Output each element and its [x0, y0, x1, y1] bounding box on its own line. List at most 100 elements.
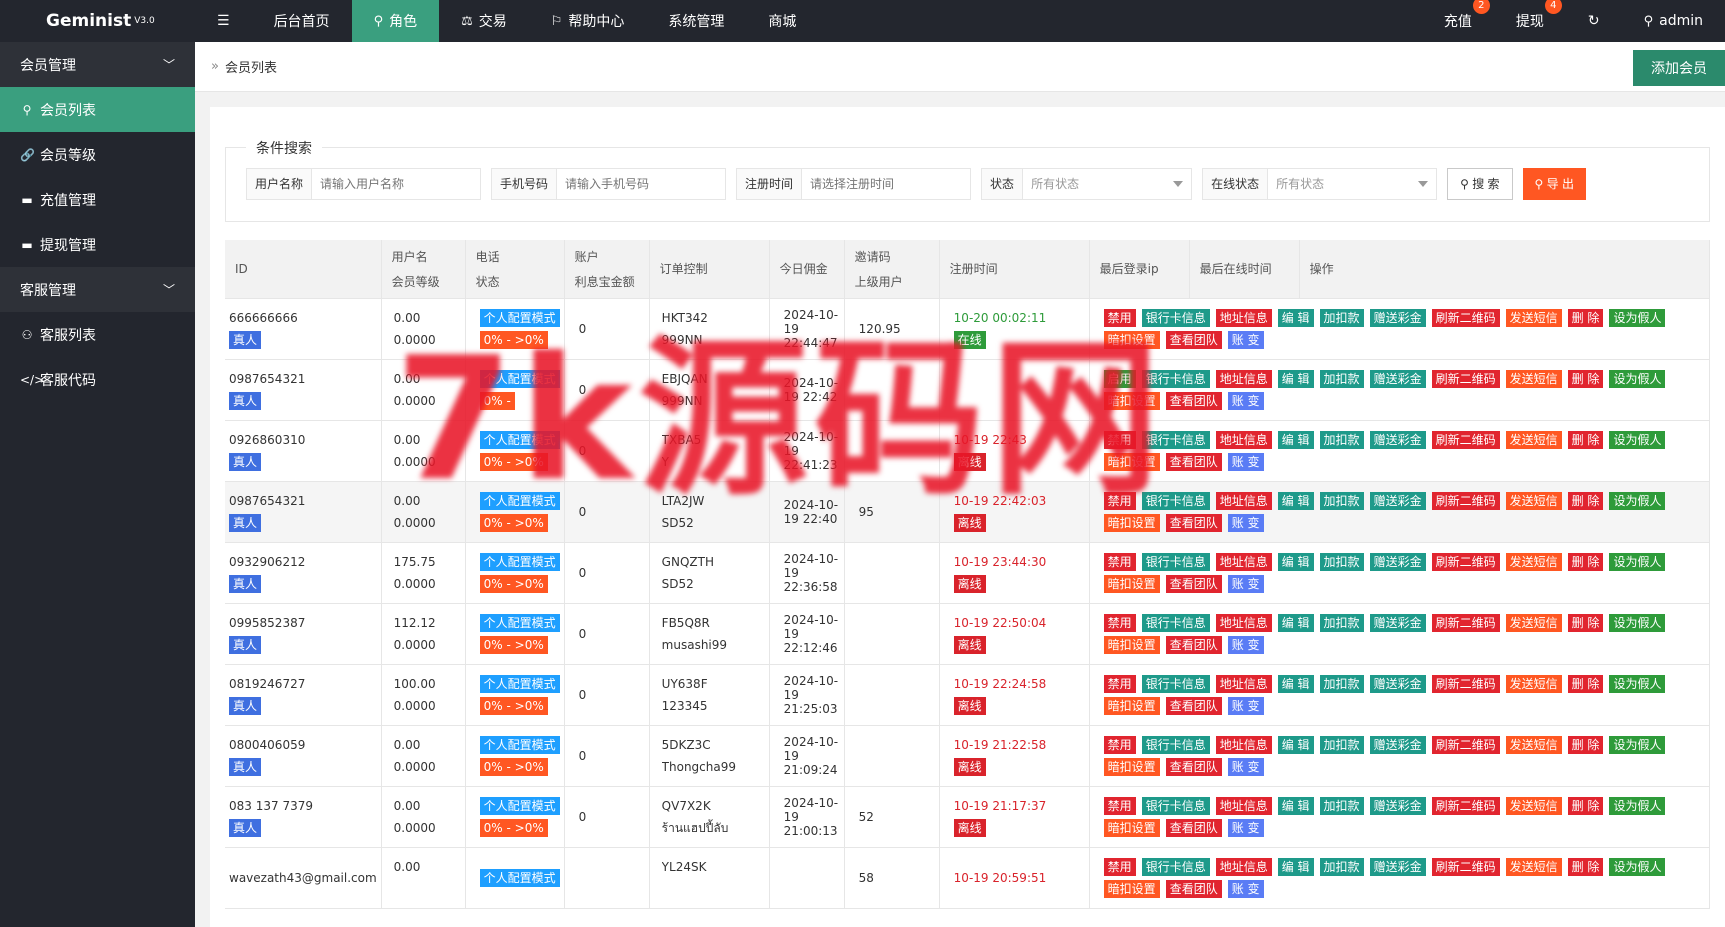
- op-button[interactable]: 发送短信: [1505, 674, 1562, 693]
- op-button[interactable]: 编 辑: [1277, 613, 1314, 632]
- op-button[interactable]: 编 辑: [1277, 552, 1314, 571]
- op-button[interactable]: 查看团队: [1165, 391, 1222, 410]
- op-button[interactable]: 刷新二维码: [1431, 796, 1500, 815]
- op-button[interactable]: 查看团队: [1165, 879, 1222, 898]
- op-button[interactable]: 发送短信: [1505, 369, 1562, 388]
- op-button[interactable]: 暗扣设置: [1103, 879, 1160, 898]
- app-logo[interactable]: Geminist V3.0: [0, 0, 195, 42]
- sidebar-item-service-code[interactable]: </> 客服代码: [0, 357, 195, 402]
- nav-mall[interactable]: 商城: [746, 0, 818, 42]
- op-button[interactable]: 编 辑: [1277, 430, 1314, 449]
- op-button[interactable]: 编 辑: [1277, 674, 1314, 693]
- op-button[interactable]: 加扣款: [1319, 552, 1364, 571]
- op-button[interactable]: 禁用: [1103, 552, 1136, 571]
- op-button[interactable]: 暗扣设置: [1103, 391, 1160, 410]
- op-button[interactable]: 账 变: [1227, 513, 1264, 532]
- op-button[interactable]: 暗扣设置: [1103, 452, 1160, 471]
- nav-system[interactable]: 系统管理: [646, 0, 746, 42]
- op-button[interactable]: 禁用: [1103, 857, 1136, 876]
- op-button[interactable]: 暗扣设置: [1103, 330, 1160, 349]
- sidebar-item-member-level[interactable]: 🔗 会员等级: [0, 132, 195, 177]
- op-button[interactable]: 银行卡信息: [1141, 552, 1210, 571]
- user-menu[interactable]: ⚲ admin: [1622, 0, 1725, 42]
- status-select[interactable]: 所有状态: [1023, 169, 1191, 199]
- op-button[interactable]: 账 变: [1227, 696, 1264, 715]
- op-button[interactable]: 加扣款: [1319, 857, 1364, 876]
- op-button[interactable]: 查看团队: [1165, 574, 1222, 593]
- op-button[interactable]: 暗扣设置: [1103, 818, 1160, 837]
- op-button[interactable]: 设为假人: [1609, 552, 1666, 571]
- username-input[interactable]: [312, 169, 481, 199]
- op-button[interactable]: 银行卡信息: [1141, 308, 1210, 327]
- op-button[interactable]: 地址信息: [1215, 735, 1272, 754]
- op-button[interactable]: 禁用: [1103, 613, 1136, 632]
- op-button[interactable]: 赠送彩金: [1369, 735, 1426, 754]
- phone-input[interactable]: [557, 169, 726, 199]
- add-member-button[interactable]: 添加会员: [1633, 50, 1725, 86]
- nav-withdraw[interactable]: 提现 4: [1494, 0, 1566, 42]
- op-button[interactable]: 赠送彩金: [1369, 552, 1426, 571]
- op-button[interactable]: 查看团队: [1165, 452, 1222, 471]
- op-button[interactable]: 银行卡信息: [1141, 796, 1210, 815]
- op-button[interactable]: 禁用: [1103, 491, 1136, 510]
- op-button[interactable]: 发送短信: [1505, 857, 1562, 876]
- op-button[interactable]: 发送短信: [1505, 430, 1562, 449]
- op-button[interactable]: 设为假人: [1609, 613, 1666, 632]
- op-button[interactable]: 账 变: [1227, 391, 1264, 410]
- op-button[interactable]: 删 除: [1567, 552, 1604, 571]
- sidebar-item-service-list[interactable]: ⚇ 客服列表: [0, 312, 195, 357]
- op-button[interactable]: 刷新二维码: [1431, 552, 1500, 571]
- op-button[interactable]: 禁用: [1103, 735, 1136, 754]
- op-button[interactable]: 赠送彩金: [1369, 857, 1426, 876]
- op-button[interactable]: 刷新二维码: [1431, 735, 1500, 754]
- op-button[interactable]: 删 除: [1567, 735, 1604, 754]
- op-button[interactable]: 查看团队: [1165, 757, 1222, 776]
- op-button[interactable]: 银行卡信息: [1141, 735, 1210, 754]
- op-button[interactable]: 银行卡信息: [1141, 430, 1210, 449]
- op-button[interactable]: 发送短信: [1505, 613, 1562, 632]
- op-button[interactable]: 银行卡信息: [1141, 491, 1210, 510]
- nav-dashboard[interactable]: 后台首页: [252, 0, 352, 42]
- op-button[interactable]: 编 辑: [1277, 308, 1314, 327]
- op-button[interactable]: 账 变: [1227, 452, 1264, 471]
- op-button[interactable]: 地址信息: [1215, 552, 1272, 571]
- op-button[interactable]: 发送短信: [1505, 491, 1562, 510]
- op-button[interactable]: 加扣款: [1319, 369, 1364, 388]
- op-button[interactable]: 暗扣设置: [1103, 513, 1160, 532]
- sidebar-item-member-list[interactable]: ⚲ 会员列表: [0, 87, 195, 132]
- op-button[interactable]: 银行卡信息: [1141, 857, 1210, 876]
- op-button[interactable]: 刷新二维码: [1431, 308, 1500, 327]
- sidebar-group-service[interactable]: 客服管理 ﹀: [0, 267, 195, 312]
- op-button[interactable]: 银行卡信息: [1141, 369, 1210, 388]
- op-button[interactable]: 地址信息: [1215, 491, 1272, 510]
- op-button[interactable]: 发送短信: [1505, 735, 1562, 754]
- op-button[interactable]: 设为假人: [1609, 857, 1666, 876]
- op-button[interactable]: 账 变: [1227, 818, 1264, 837]
- op-button[interactable]: 银行卡信息: [1141, 613, 1210, 632]
- refresh-button[interactable]: ↻: [1566, 0, 1622, 42]
- op-button[interactable]: 删 除: [1567, 491, 1604, 510]
- op-button[interactable]: 地址信息: [1215, 796, 1272, 815]
- op-button[interactable]: 刷新二维码: [1431, 491, 1500, 510]
- op-button[interactable]: 地址信息: [1215, 857, 1272, 876]
- op-button[interactable]: 账 变: [1227, 635, 1264, 654]
- sidebar-item-recharge[interactable]: ▬ 充值管理: [0, 177, 195, 222]
- op-button[interactable]: 编 辑: [1277, 369, 1314, 388]
- search-button[interactable]: ⚲ 搜 索: [1447, 168, 1513, 200]
- op-button[interactable]: 暗扣设置: [1103, 696, 1160, 715]
- op-button[interactable]: 赠送彩金: [1369, 796, 1426, 815]
- op-button[interactable]: 查看团队: [1165, 696, 1222, 715]
- op-button[interactable]: 设为假人: [1609, 735, 1666, 754]
- op-button[interactable]: 发送短信: [1505, 552, 1562, 571]
- sidebar-toggle[interactable]: ☰: [195, 0, 252, 42]
- op-button[interactable]: 赠送彩金: [1369, 491, 1426, 510]
- op-button[interactable]: 设为假人: [1609, 491, 1666, 510]
- op-button[interactable]: 编 辑: [1277, 857, 1314, 876]
- op-button[interactable]: 地址信息: [1215, 369, 1272, 388]
- regtime-input[interactable]: [802, 169, 971, 199]
- op-button[interactable]: 暗扣设置: [1103, 757, 1160, 776]
- op-button[interactable]: 编 辑: [1277, 491, 1314, 510]
- op-button[interactable]: 加扣款: [1319, 308, 1364, 327]
- op-button[interactable]: 删 除: [1567, 674, 1604, 693]
- op-button[interactable]: 设为假人: [1609, 674, 1666, 693]
